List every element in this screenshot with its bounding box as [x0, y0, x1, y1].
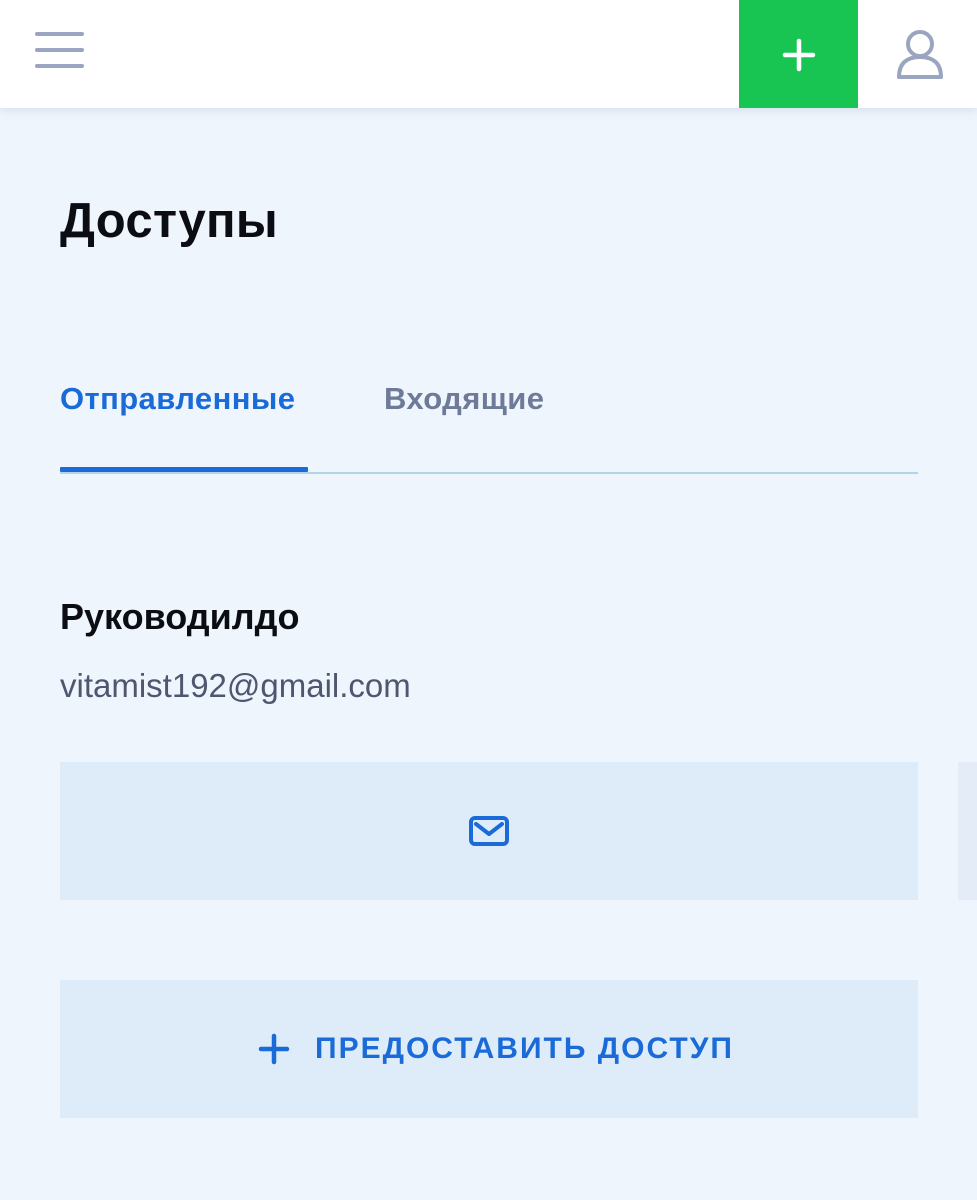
page-title: Доступы [60, 194, 279, 248]
adjacent-action-edge[interactable] [958, 762, 977, 900]
grant-access-button[interactable]: ПРЕДОСТАВИТЬ ДОСТУП [60, 980, 918, 1118]
plus-icon [258, 1033, 290, 1065]
user-icon [897, 30, 943, 79]
tab-bar: Отправленные Входящие [60, 372, 918, 474]
top-bar [0, 0, 977, 108]
menu-button[interactable] [30, 26, 90, 74]
send-mail-button[interactable] [60, 762, 918, 900]
tab-incoming[interactable]: Входящие [384, 372, 544, 470]
tab-sent[interactable]: Отправленные [60, 372, 308, 472]
grant-access-label: ПРЕДОСТАВИТЬ ДОСТУП [315, 1032, 734, 1065]
access-entry-email: vitamist192@gmail.com [60, 667, 411, 704]
plus-icon [782, 38, 816, 72]
profile-button[interactable] [880, 12, 960, 92]
mail-icon [469, 816, 509, 846]
hamburger-menu-icon [35, 32, 84, 36]
access-entry-name: Руководилдо [60, 596, 300, 637]
add-button[interactable] [739, 0, 858, 108]
